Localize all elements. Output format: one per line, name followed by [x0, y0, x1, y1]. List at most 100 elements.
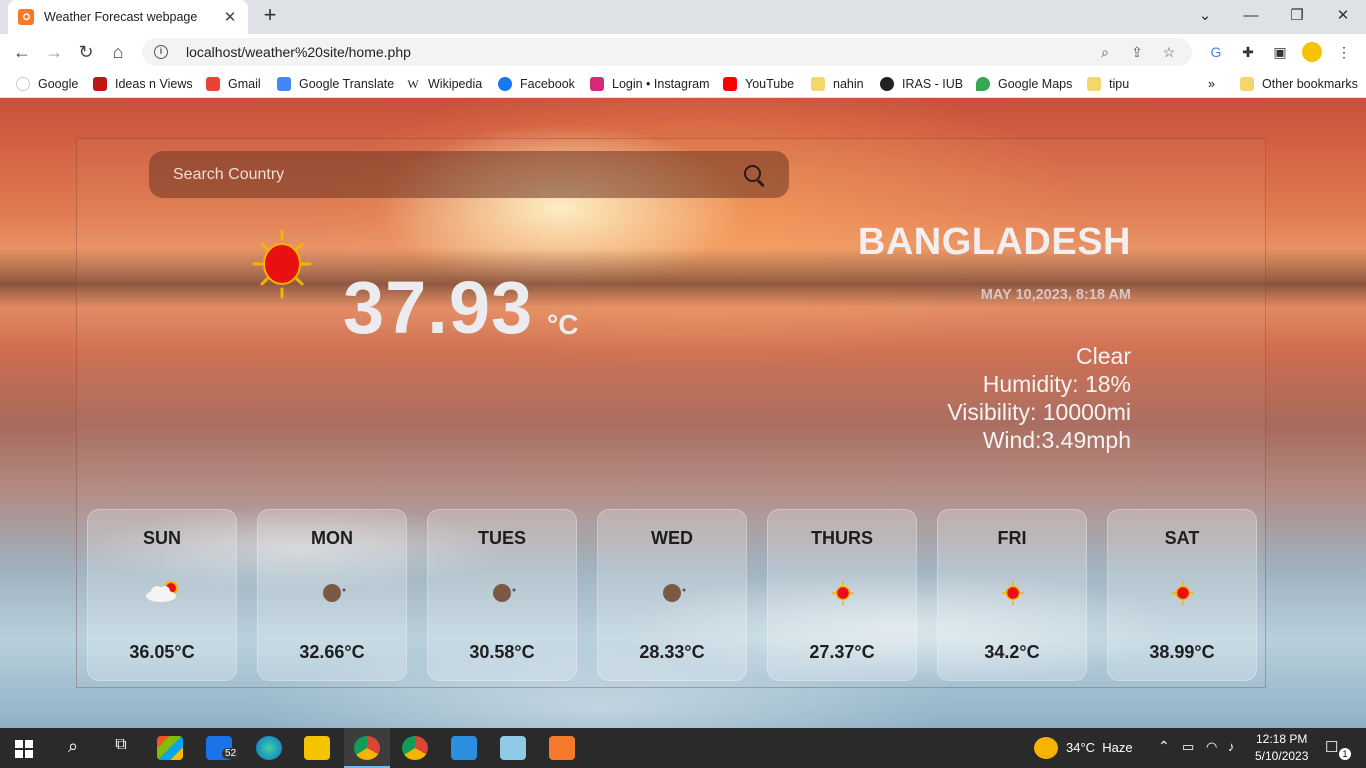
chrome-profile-icon[interactable]	[402, 736, 428, 760]
restore-button[interactable]: ❐	[1274, 4, 1320, 28]
xampp-icon[interactable]	[549, 736, 575, 760]
notepad-icon[interactable]	[500, 736, 526, 760]
wind: Wind:3.49mph	[982, 427, 1131, 453]
other-bookmarks-folder[interactable]: Other bookmarks	[1240, 76, 1358, 92]
iras-icon	[880, 77, 894, 91]
reload-button[interactable]: ↻	[74, 40, 98, 64]
bookmark-facebook[interactable]: Facebook	[498, 76, 575, 92]
show-hidden-icons-chevron-icon[interactable]: ⌃	[1158, 738, 1170, 755]
forecast-card-wed: WED 28.33°C	[597, 509, 747, 681]
ideas-n-views-icon	[93, 77, 107, 91]
menu-kebab-icon[interactable]: ⋮	[1334, 42, 1354, 62]
bookmarks-overflow-button[interactable]: »	[1208, 76, 1215, 92]
extensions-puzzle-icon[interactable]: ✚	[1238, 42, 1258, 62]
bookmark-label: Wikipedia	[428, 77, 483, 91]
youtube-icon	[723, 77, 737, 91]
microsoft-store-icon[interactable]	[157, 736, 183, 760]
sun-icon	[1002, 581, 1024, 605]
bookmark-iras-iub[interactable]: IRAS - IUB	[880, 76, 963, 92]
bookmark-label: Login • Instagram	[612, 77, 710, 91]
clock-date[interactable]: 5/10/2023	[1255, 749, 1308, 763]
bookmark-ideas-n-views[interactable]: Ideas n Views	[93, 76, 193, 92]
tab-search-chevron-icon[interactable]: ⌄	[1182, 4, 1228, 28]
visibility: Visibility: 10000mi	[947, 399, 1131, 425]
bookmark-label: nahin	[833, 77, 864, 91]
humidity: Humidity: 18%	[982, 371, 1131, 397]
country-name: BANGLADESH	[857, 221, 1131, 263]
wikipedia-icon: W	[406, 77, 420, 91]
bookmark-star-icon[interactable]: ☆	[1158, 44, 1180, 61]
forecast-day: THURS	[811, 528, 873, 548]
new-tab-button[interactable]: +	[258, 4, 282, 28]
back-button[interactable]: ←	[10, 40, 34, 64]
bookmark-google[interactable]: Google	[16, 76, 78, 92]
bookmark-label: Google	[38, 77, 79, 91]
clock-time[interactable]: 12:18 PM	[1256, 732, 1307, 746]
bookmark-google-maps[interactable]: Google Maps	[976, 76, 1072, 92]
forecast-temperature: 28.33°C	[639, 642, 705, 662]
google-icon	[16, 77, 30, 91]
map-pin-icon	[976, 77, 990, 91]
bookmark-folder-nahin[interactable]: nahin	[811, 76, 864, 92]
windows-start-icon[interactable]	[15, 740, 33, 758]
vscode-icon[interactable]	[451, 736, 477, 760]
mail-badge: 52	[222, 748, 240, 759]
share-icon[interactable]: ⇪	[1126, 44, 1148, 61]
bookmark-label: YouTube	[745, 77, 795, 91]
side-panel-icon[interactable]: ▣	[1270, 42, 1290, 62]
zoom-search-icon[interactable]: ⌕	[1094, 44, 1116, 61]
weather-haze-icon[interactable]	[1034, 737, 1058, 759]
instagram-icon	[590, 77, 604, 91]
forecast-temperature: 36.05°C	[129, 642, 195, 662]
task-view-icon[interactable]: ⧉	[108, 736, 134, 760]
volume-icon[interactable]: ♪	[1228, 739, 1235, 754]
home-button[interactable]: ⌂	[106, 40, 130, 64]
forecast-day: TUES	[477, 528, 526, 548]
chrome-icon[interactable]	[354, 736, 380, 760]
close-tab-icon[interactable]: ✕	[222, 8, 238, 26]
forecast-card-mon: MON 32.66°C	[257, 509, 407, 681]
moon-icon	[493, 584, 516, 602]
minimize-button[interactable]: —	[1228, 4, 1274, 28]
bookmark-youtube[interactable]: YouTube	[723, 76, 794, 92]
moon-icon	[663, 584, 686, 602]
browser-toolbar: ← → ↻ ⌂ i localhost/weather%20site/home.…	[0, 34, 1366, 70]
search-bar	[149, 151, 789, 198]
taskbar-weather[interactable]: 34°C Haze	[1066, 740, 1133, 755]
notification-count: 1	[1339, 748, 1351, 760]
forecast-temperature: 27.37°C	[809, 642, 875, 662]
bookmark-instagram[interactable]: Login • Instagram	[590, 76, 710, 92]
xampp-favicon-icon: ഠ	[18, 9, 34, 25]
bookmark-folder-tipu[interactable]: tipu	[1087, 76, 1129, 92]
weather-condition: Clear	[1076, 343, 1131, 369]
bookmark-label: Facebook	[520, 77, 575, 91]
search-country-input[interactable]	[173, 165, 743, 184]
search-icon[interactable]: ⌕	[60, 736, 86, 760]
forecast-temperature: 30.58°C	[469, 642, 535, 662]
site-info-icon[interactable]: i	[154, 45, 168, 59]
file-explorer-icon[interactable]	[304, 736, 330, 760]
url-text[interactable]: localhost/weather%20site/home.php	[186, 44, 1084, 60]
bookmark-label: Gmail	[228, 77, 261, 91]
google-translate-extension-icon[interactable]: G	[1206, 42, 1226, 62]
bookmark-label: IRAS - IUB	[902, 77, 964, 91]
bookmark-google-translate[interactable]: Google Translate	[277, 76, 394, 92]
forecast-temperature: 38.99°C	[1149, 642, 1215, 662]
notification-center-icon[interactable]: ☐	[1325, 738, 1338, 756]
edge-icon[interactable]	[256, 736, 282, 760]
address-bar[interactable]: i localhost/weather%20site/home.php ⌕ ⇪ …	[142, 38, 1192, 66]
profile-avatar[interactable]	[1302, 42, 1322, 62]
forward-button[interactable]: →	[42, 40, 66, 64]
weather-card: 37.93 °C BANGLADESH MAY 10,2023, 8:18 AM…	[76, 138, 1266, 688]
tab-weather-forecast[interactable]: ഠ Weather Forecast webpage ✕	[8, 0, 248, 34]
wifi-icon[interactable]: ◠	[1206, 739, 1217, 755]
folder-icon	[1240, 77, 1254, 91]
sun-icon	[832, 581, 854, 605]
battery-icon[interactable]: ▭	[1182, 739, 1194, 755]
search-icon[interactable]	[743, 164, 765, 186]
partly-cloudy-icon	[146, 581, 178, 602]
facebook-icon	[498, 77, 512, 91]
bookmark-gmail[interactable]: Gmail	[206, 76, 261, 92]
bookmark-wikipedia[interactable]: W Wikipedia	[406, 76, 482, 92]
close-window-button[interactable]: ✕	[1320, 4, 1366, 28]
